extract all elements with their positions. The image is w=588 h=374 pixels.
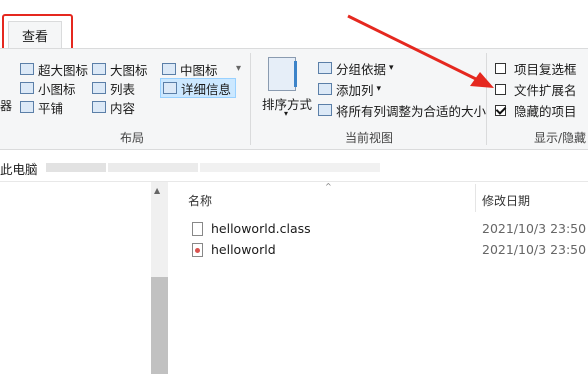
- java-file-icon: [192, 242, 203, 257]
- column-header-name[interactable]: 名称: [188, 192, 212, 209]
- column-divider[interactable]: [475, 184, 476, 212]
- column-header-date[interactable]: 修改日期: [482, 192, 530, 209]
- blurred-path: [108, 163, 198, 172]
- arrow-shaft: [347, 14, 479, 82]
- blurred-path: [200, 163, 380, 172]
- file-name: helloworld.class: [211, 221, 311, 236]
- arrow-head: [470, 72, 494, 88]
- file-icon: [192, 221, 203, 236]
- sort-ascending-icon: ^: [325, 182, 332, 191]
- address-bar[interactable]: 此电脑 ›: [0, 150, 588, 182]
- scroll-up-icon[interactable]: ▲: [154, 186, 160, 195]
- file-date: 2021/10/3 23:50: [482, 221, 587, 236]
- file-date: 2021/10/3 23:50: [482, 242, 587, 257]
- blurred-path: [46, 163, 106, 172]
- scrollbar-thumb[interactable]: [151, 277, 168, 374]
- breadcrumb-chevron-icon: ›: [33, 160, 37, 170]
- file-list: helloworld.class 2021/10/3 23:50 hellowo…: [192, 218, 588, 260]
- file-name: helloworld: [211, 242, 276, 257]
- breadcrumb-this-pc[interactable]: 此电脑: [0, 159, 38, 178]
- column-header-row: ^ 名称 修改日期: [171, 182, 588, 216]
- table-row[interactable]: helloworld 2021/10/3 23:50: [192, 239, 588, 260]
- table-row[interactable]: helloworld.class 2021/10/3 23:50: [192, 218, 588, 239]
